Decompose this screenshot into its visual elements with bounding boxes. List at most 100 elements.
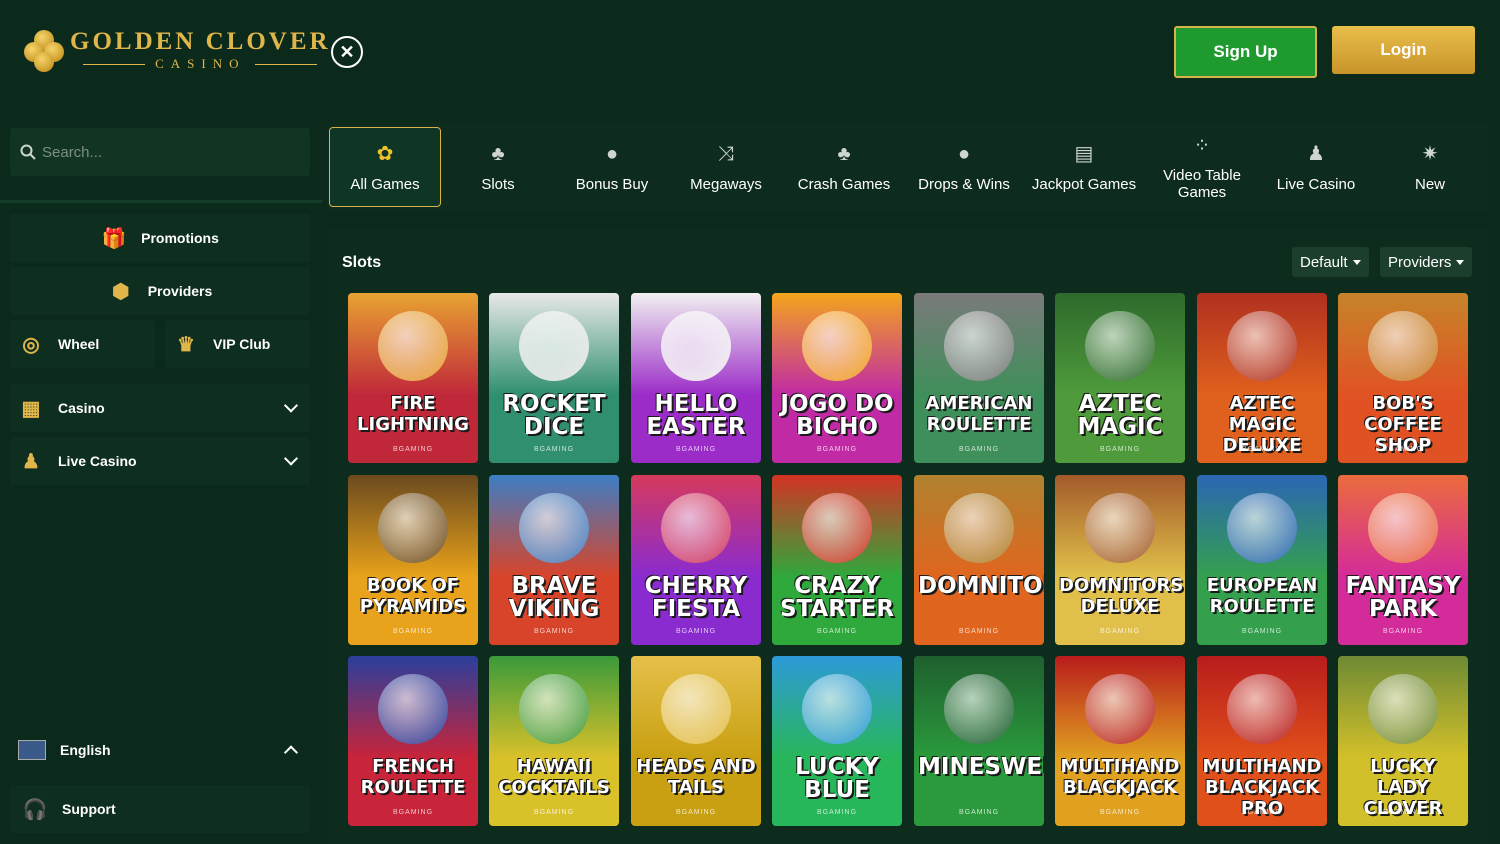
tab-label: Live Casino <box>1276 175 1356 193</box>
sort-dropdown[interactable]: Default <box>1292 247 1369 277</box>
language-selector[interactable]: English <box>10 726 310 774</box>
support-button[interactable]: 🎧 Support <box>10 785 310 833</box>
game-card[interactable]: BOB'S COFFEE SHOP BGAMING <box>1338 293 1468 463</box>
tab-drops-wins[interactable]: ● Drops & Wins <box>907 127 1021 207</box>
tab-jackpot-games[interactable]: ▤ Jackpot Games <box>1025 127 1143 207</box>
game-card[interactable]: FRENCH ROULETTE BGAMING <box>348 656 478 826</box>
game-provider: BGAMING <box>1099 628 1141 635</box>
section-title: Slots <box>342 254 382 271</box>
game-card[interactable]: FANTASY PARK BGAMING <box>1338 475 1468 645</box>
cherries-icon: ♣ <box>491 143 505 165</box>
game-artwork <box>1197 656 1327 768</box>
headset-icon: 🎧 <box>22 798 48 821</box>
search-input[interactable]: Search... <box>10 128 310 176</box>
flag-icon <box>18 740 46 760</box>
tab-crash-games[interactable]: ♣ Crash Games <box>787 127 901 207</box>
game-title: CRAZY STARTER <box>779 573 895 622</box>
game-art-element <box>1227 493 1297 563</box>
brand-logo[interactable]: GOLDEN CLOVER CASINO <box>24 28 331 72</box>
game-art-element <box>1368 674 1438 744</box>
providers-dropdown[interactable]: Providers <box>1380 247 1473 277</box>
login-button[interactable]: Login <box>1332 26 1475 74</box>
game-title: HELLO EASTER <box>646 391 746 440</box>
crown-icon: ♛ <box>177 333 195 356</box>
game-card[interactable]: DOMNITORS DELUXE BGAMING <box>1055 475 1185 645</box>
game-artwork <box>489 656 619 768</box>
game-card[interactable]: DOMNITORS BGAMING <box>914 475 1044 645</box>
live-casino-menu[interactable]: ♟ Live Casino <box>10 437 310 485</box>
game-title: FANTASY PARK <box>1345 573 1461 622</box>
game-card[interactable]: AZTEC MAGIC DELUXE BGAMING <box>1197 293 1327 463</box>
game-art-element <box>1227 311 1297 381</box>
game-card[interactable]: AMERICAN ROULETTE BGAMING <box>914 293 1044 463</box>
promotions-button[interactable]: 🎁 Promotions <box>10 214 310 262</box>
casino-label: Casino <box>58 400 105 416</box>
game-card[interactable]: LUCKY LADY CLOVER BGAMING <box>1338 656 1468 826</box>
game-artwork <box>1197 475 1327 587</box>
shuffle-icon: ⤨ <box>718 143 734 165</box>
game-card[interactable]: CHERRY FIESTA BGAMING <box>631 475 761 645</box>
close-menu-button[interactable]: ✕ <box>331 36 363 68</box>
game-art-element <box>1085 493 1155 563</box>
game-card[interactable]: HAWAII COCKTAILS BGAMING <box>489 656 619 826</box>
tab-video-table-games[interactable]: ⁘ Video Table Games <box>1145 127 1259 207</box>
game-title: AMERICAN ROULETTE <box>925 393 1033 435</box>
game-card[interactable]: BOOK OF PYRAMIDS BGAMING <box>348 475 478 645</box>
game-provider: BGAMING <box>1099 809 1141 816</box>
game-art-element <box>519 311 589 381</box>
money-bag-icon: ● <box>957 143 971 165</box>
game-artwork <box>914 293 1044 405</box>
tab-new[interactable]: ✷ New <box>1373 127 1487 207</box>
game-card[interactable]: ROCKET DICE BGAMING <box>489 293 619 463</box>
game-title: JOGO DO BICHO <box>780 391 894 440</box>
game-card[interactable]: MULTIHAND BLACKJACK PRO BGAMING <box>1197 656 1327 826</box>
support-label: Support <box>62 801 116 817</box>
game-card[interactable]: CRAZY STARTER BGAMING <box>772 475 902 645</box>
game-provider: BGAMING <box>392 446 434 453</box>
game-title: ROCKET DICE <box>502 391 606 440</box>
game-artwork <box>631 656 761 768</box>
game-card[interactable]: JOGO DO BICHO BGAMING <box>772 293 902 463</box>
game-title: HEADS AND TAILS <box>636 756 756 798</box>
tab-label: Jackpot Games <box>1031 175 1137 193</box>
game-card[interactable]: HEADS AND TAILS BGAMING <box>631 656 761 826</box>
cherries-icon: ♣ <box>837 143 851 165</box>
game-artwork <box>348 293 478 405</box>
wheel-icon: ◎ <box>22 333 40 356</box>
game-card[interactable]: BRAVE VIKING BGAMING <box>489 475 619 645</box>
signup-button[interactable]: Sign Up <box>1174 26 1317 78</box>
game-title: FRENCH ROULETTE <box>360 756 466 798</box>
providers-button[interactable]: ⬢ Providers <box>10 267 310 315</box>
search-placeholder: Search... <box>42 143 103 161</box>
game-card[interactable]: EUROPEAN ROULETTE BGAMING <box>1197 475 1327 645</box>
tab-bonus-buy[interactable]: ● Bonus Buy <box>555 127 669 207</box>
game-title: DOMNITORS DELUXE <box>1059 575 1184 617</box>
chevron-up-icon <box>283 745 299 760</box>
tab-slots[interactable]: ♣ Slots <box>441 127 555 207</box>
game-card[interactable]: HELLO EASTER BGAMING <box>631 293 761 463</box>
top-header: GOLDEN CLOVER CASINO ✕ Sign Up Login <box>0 0 1500 102</box>
tab-megaways[interactable]: ⤨ Megaways <box>669 127 783 207</box>
game-art-element <box>661 493 731 563</box>
dice-icon: ⁘ <box>1193 134 1211 157</box>
game-card[interactable]: LUCKY BLUE BGAMING <box>772 656 902 826</box>
game-title: AZTEC MAGIC <box>1077 391 1163 440</box>
tab-all-games[interactable]: ✿ All Games <box>329 127 441 207</box>
game-card[interactable]: AZTEC MAGIC BGAMING <box>1055 293 1185 463</box>
game-artwork <box>1055 475 1185 587</box>
casino-menu[interactable]: ▦ Casino <box>10 384 310 432</box>
wheel-button[interactable]: ◎ Wheel <box>10 320 155 368</box>
tab-live-casino[interactable]: ♟ Live Casino <box>1259 127 1373 207</box>
game-provider: BGAMING <box>958 809 1000 816</box>
game-card[interactable]: MULTIHAND BLACKJACK BGAMING <box>1055 656 1185 826</box>
vip-club-button[interactable]: ♛ VIP Club <box>165 320 310 368</box>
tab-label: Drops & Wins <box>918 175 1010 193</box>
game-card[interactable]: FIRE LIGHTNING BGAMING <box>348 293 478 463</box>
game-art-element <box>802 493 872 563</box>
game-artwork <box>1338 293 1468 405</box>
tab-label: Megaways <box>690 175 762 193</box>
game-art-element <box>944 311 1014 381</box>
providers-icon: ⬢ <box>111 280 130 303</box>
game-provider: BGAMING <box>816 628 858 635</box>
game-card[interactable]: MINESWEEPER BGAMING <box>914 656 1044 826</box>
